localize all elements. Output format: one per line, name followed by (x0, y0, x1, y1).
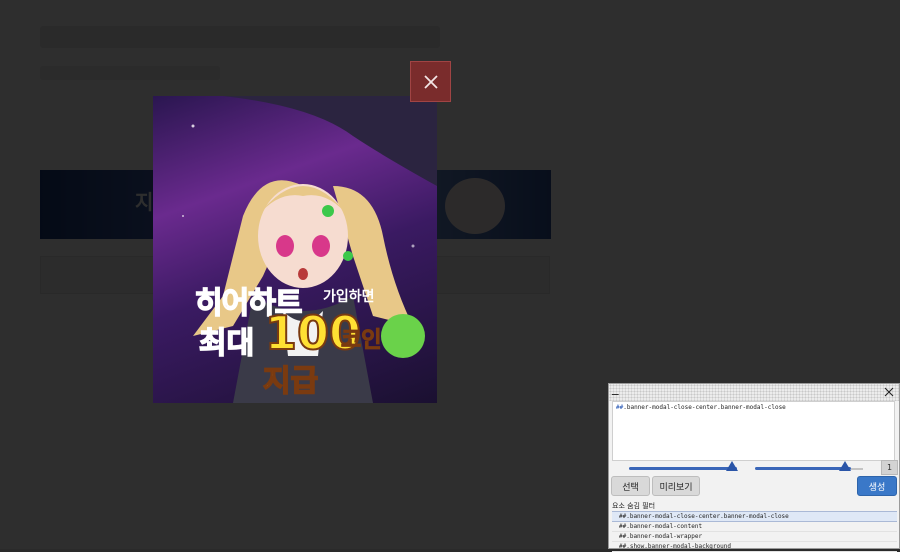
depth-slider-handle[interactable] (839, 461, 851, 471)
promo-unit: 코인 (340, 328, 382, 354)
close-icon (423, 74, 438, 89)
filter-rule-item[interactable]: ##.show.banner-modal-background (612, 542, 897, 552)
filter-list-title: 요소 숨김 필터 (612, 502, 656, 510)
rule-text: .banner-modal-close-center.banner-modal-… (623, 404, 786, 411)
select-button[interactable]: 선택 (611, 476, 650, 496)
filter-panel: _ ##.banner-modal-close-center.banner-mo… (608, 381, 900, 552)
scope-slider-track[interactable] (629, 467, 737, 470)
promo-give-text: 지급 (262, 363, 319, 400)
promo-max-text: 최대 (198, 325, 255, 362)
filter-rule-list: ##.banner-modal-close-center.banner-moda… (612, 511, 897, 552)
close-icon (884, 387, 894, 396)
scope-slider-handle[interactable] (726, 461, 738, 471)
modal-close-button[interactable] (410, 61, 451, 102)
banner-modal-image[interactable]: 히어하트 가입하면 최대 100 코인 지급 (153, 96, 437, 403)
depth-slider-track[interactable] (755, 467, 851, 470)
filter-rule-textarea[interactable]: ##.banner-modal-close-center.banner-moda… (612, 401, 895, 461)
filter-rule-item[interactable]: ##.banner-modal-wrapper (612, 532, 897, 542)
depth-slider-rest (851, 468, 863, 470)
filter-rule-item[interactable]: ##.banner-modal-content (612, 522, 897, 532)
filter-rule-item[interactable]: ##.banner-modal-close-center.banner-moda… (612, 511, 897, 522)
preview-button[interactable]: 미리보기 (652, 476, 700, 496)
create-button[interactable]: 생성 (857, 476, 897, 496)
match-count-badge: 1 (881, 460, 898, 475)
panel-titlebar[interactable]: _ (609, 381, 899, 401)
minimize-icon[interactable]: _ (612, 381, 619, 396)
promo-signup-text: 가입하면 (323, 289, 375, 305)
panel-close-button[interactable] (882, 384, 896, 399)
